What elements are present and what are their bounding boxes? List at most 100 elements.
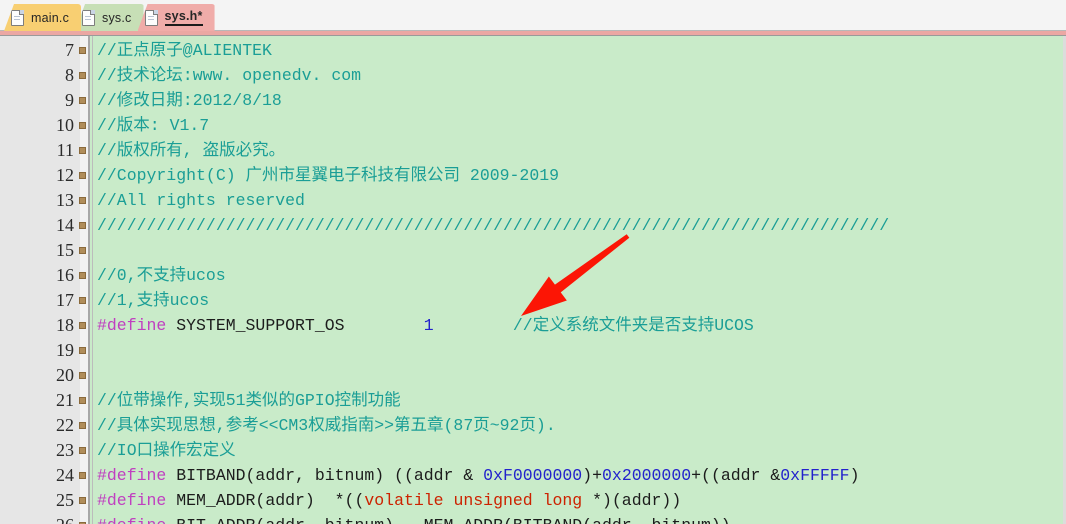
code-token: #define xyxy=(97,491,167,510)
editor-window: main.c sys.c sys.h* 7 //正点原子@ALIENTEK 8 //技… xyxy=(0,0,1066,524)
tab-label: sys.c xyxy=(102,10,132,25)
code-editor-pane[interactable]: 7 //正点原子@ALIENTEK 8 //技术论坛:www. openedv. co… xyxy=(0,36,1066,524)
code-line[interactable]: 14 //////////////////////////////////////… xyxy=(0,213,1066,238)
code-token: 1 xyxy=(423,316,434,335)
code-token: BITBAND(addr, bitnum) ((addr & xyxy=(166,466,484,485)
code-line[interactable]: 10 //版本: V1.7 xyxy=(0,113,1066,138)
code-line[interactable]: 13 //All rights reserved xyxy=(0,188,1066,213)
line-modified-marker xyxy=(79,47,86,54)
code-token: 0xFFFFF xyxy=(780,466,850,485)
line-number: 16 xyxy=(56,265,74,285)
code-line[interactable]: 8 //技术论坛:www. openedv. com xyxy=(0,63,1066,88)
code-token: 0xF0000000 xyxy=(483,466,583,485)
code-text: #define BITBAND(addr, bitnum) ((addr & 0… xyxy=(97,463,859,488)
code-line[interactable]: 18 #define SYSTEM_SUPPORT_OS 1 //定义系统文件夹是… xyxy=(0,313,1066,338)
code-line[interactable]: 15 xyxy=(0,238,1066,263)
line-modified-marker xyxy=(79,397,86,404)
code-text: #define MEM_ADDR(addr) *((volatile unsig… xyxy=(97,488,681,513)
line-modified-marker xyxy=(79,197,86,204)
line-number: 7 xyxy=(65,40,74,60)
code-text: //0,不支持ucos xyxy=(97,263,226,288)
code-line[interactable]: 23 //IO口操作宏定义 xyxy=(0,438,1066,463)
code-line[interactable]: 12 //Copyright(C) 广州市星翼电子科技有限公司 2009-2019 xyxy=(0,163,1066,188)
code-token: MEM_ADDR(addr) *(( xyxy=(166,491,365,510)
code-token: ////////////////////////////////////////… xyxy=(97,216,890,235)
code-token: #define xyxy=(97,466,167,485)
code-token: #define xyxy=(97,516,166,524)
line-modified-marker xyxy=(79,247,86,254)
code-line[interactable]: 16 //0,不支持ucos xyxy=(0,263,1066,288)
line-modified-marker xyxy=(79,122,86,129)
code-text: //具体实现思想,参考<<CM3权威指南>>第五章(87页~92页). xyxy=(97,413,556,438)
code-token: //IO口操作宏定义 xyxy=(97,441,236,460)
document-icon xyxy=(11,9,24,26)
code-token: volatile unsigned long xyxy=(364,491,583,510)
tab-label: sys.h* xyxy=(164,9,203,26)
code-line[interactable]: 24 #define BITBAND(addr, bitnum) ((addr &… xyxy=(0,463,1066,488)
line-number: 19 xyxy=(56,340,74,360)
code-text: //版权所有, 盗版必究。 xyxy=(97,138,285,163)
line-modified-marker xyxy=(79,372,86,379)
code-token: //正点原子@ALIENTEK xyxy=(97,41,272,60)
document-icon xyxy=(82,9,96,26)
code-text: //1,支持ucos xyxy=(97,288,209,313)
tab-strip: main.c sys.c sys.h* xyxy=(4,0,215,31)
line-modified-marker xyxy=(79,172,86,179)
code-token: //1,支持ucos xyxy=(97,291,210,310)
line-modified-marker xyxy=(79,497,86,504)
code-token: +((addr & xyxy=(691,466,781,485)
code-line[interactable]: 22 //具体实现思想,参考<<CM3权威指南>>第五章(87页~92页). xyxy=(0,413,1066,438)
code-text: //版本: V1.7 xyxy=(97,113,209,138)
code-token: *)(addr)) xyxy=(582,491,682,510)
code-token: //具体实现思想,参考<<CM3权威指南>>第五章(87页~92页). xyxy=(97,416,556,435)
line-modified-marker xyxy=(79,322,86,329)
code-text: //All rights reserved xyxy=(97,188,305,213)
code-text: //技术论坛:www. openedv. com xyxy=(97,63,361,88)
line-number: 25 xyxy=(56,490,74,510)
line-modified-marker xyxy=(79,297,86,304)
tab-sys-c[interactable]: sys.c xyxy=(75,4,144,31)
tab-label: main.c xyxy=(31,10,70,25)
code-text: //正点原子@ALIENTEK xyxy=(97,38,272,63)
code-text: //IO口操作宏定义 xyxy=(97,438,236,463)
line-number: 21 xyxy=(56,390,74,410)
code-token: //版本: V1.7 xyxy=(97,116,210,135)
line-modified-marker xyxy=(79,472,86,479)
line-number: 9 xyxy=(65,90,74,110)
code-line[interactable]: 25 #define MEM_ADDR(addr) *((volatile uns… xyxy=(0,488,1066,513)
code-text: ////////////////////////////////////////… xyxy=(97,213,889,238)
line-number: 12 xyxy=(56,165,74,185)
code-text: #define BIT_ADDR(addr, bitnum) MEM_ADDR(… xyxy=(97,513,731,524)
line-number: 17 xyxy=(56,290,74,310)
code-line[interactable]: 11 //版权所有, 盗版必究。 xyxy=(0,138,1066,163)
line-number: 24 xyxy=(56,465,74,485)
code-line[interactable]: 9 //修改日期:2012/8/18 xyxy=(0,88,1066,113)
code-line[interactable]: 19 xyxy=(0,338,1066,363)
line-modified-marker xyxy=(79,347,86,354)
line-modified-marker xyxy=(79,72,86,79)
tab-bar: main.c sys.c sys.h* xyxy=(0,0,1066,31)
line-number: 22 xyxy=(56,415,74,435)
line-modified-marker xyxy=(79,97,86,104)
code-token: //版权所有, 盗版必究。 xyxy=(97,141,286,160)
tab-sys-h[interactable]: sys.h* xyxy=(137,4,215,31)
line-modified-marker xyxy=(79,447,86,454)
code-token: 0x2000000 xyxy=(602,466,692,485)
code-lines: 7 //正点原子@ALIENTEK 8 //技术论坛:www. openedv. co… xyxy=(0,38,1066,524)
code-token: #define xyxy=(97,316,167,335)
code-line[interactable]: 20 xyxy=(0,363,1066,388)
line-number: 15 xyxy=(56,240,74,260)
code-text: //位带操作,实现51类似的GPIO控制功能 xyxy=(97,388,401,413)
code-line[interactable]: 7 //正点原子@ALIENTEK xyxy=(0,38,1066,63)
line-number: 18 xyxy=(56,315,74,335)
code-token: //Copyright(C) 广州市星翼电子科技有限公司 2009-2019 xyxy=(97,166,560,185)
line-number: 8 xyxy=(65,65,74,85)
code-line[interactable]: 21 //位带操作,实现51类似的GPIO控制功能 xyxy=(0,388,1066,413)
code-line[interactable]: 26 #define BIT_ADDR(addr, bitnum) MEM_ADD… xyxy=(0,513,1066,524)
line-number: 23 xyxy=(56,440,74,460)
code-line[interactable]: 17 //1,支持ucos xyxy=(0,288,1066,313)
code-token: ) xyxy=(849,466,860,485)
tab-main-c[interactable]: main.c xyxy=(4,4,82,31)
line-modified-marker xyxy=(79,422,86,429)
